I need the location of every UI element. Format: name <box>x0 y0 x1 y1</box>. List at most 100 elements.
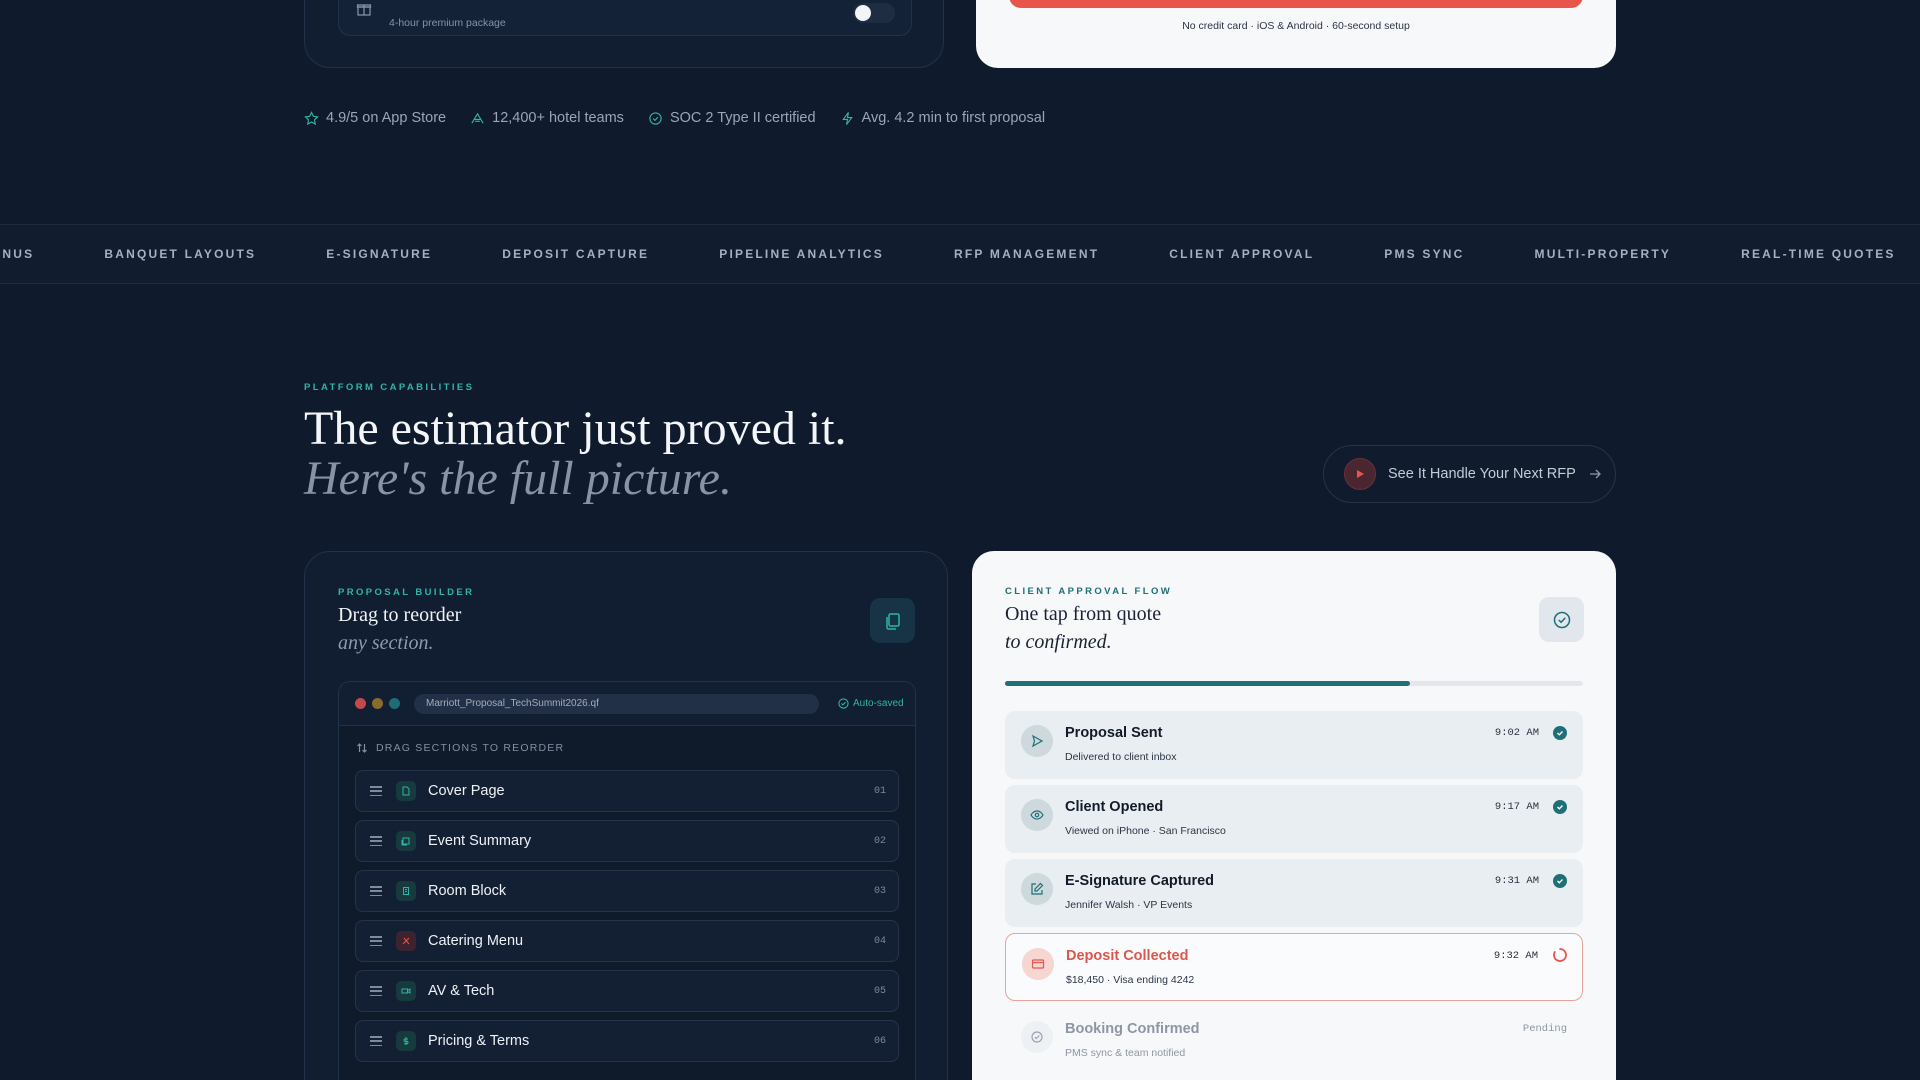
see-rfp-button[interactable]: See It Handle Your Next RFP <box>1323 445 1616 503</box>
reorder-icon <box>357 743 367 753</box>
trust-label: 4.9/5 on App Store <box>326 110 447 126</box>
section-label: AV & Tech <box>428 983 495 999</box>
building-icon <box>396 881 416 901</box>
pb-title-italic: any section. <box>338 632 434 654</box>
eye-icon <box>1021 799 1053 831</box>
section-list: Cover Page 01 Event Summary 02 Room Bloc… <box>355 770 899 1070</box>
step-subtitle: PMS sync & team notified <box>1065 1047 1186 1059</box>
video-icon <box>396 981 416 1001</box>
step-title: Booking Confirmed <box>1065 1021 1200 1037</box>
drag-handle-icon[interactable] <box>370 836 382 846</box>
file-icon <box>396 781 416 801</box>
section-row-summary[interactable]: Event Summary 02 <box>355 820 899 862</box>
trust-item-soc2: SOC 2 Type II certified <box>648 110 816 126</box>
trust-label: Avg. 4.2 min to first proposal <box>861 110 1046 126</box>
step-time: 9:32 AM <box>1493 950 1538 962</box>
signup-button[interactable] <box>1009 0 1583 8</box>
section-number: 03 <box>873 885 886 897</box>
step-subtitle: Jennifer Walsh · VP Events <box>1065 899 1193 911</box>
ca-eyebrow: CLIENT APPROVAL FLOW <box>1005 586 1173 597</box>
trust-row: 4.9/5 on App Store 12,400+ hotel teams S… <box>304 110 1045 126</box>
check-icon <box>1553 726 1567 740</box>
step-time: 9:17 AM <box>1494 801 1539 813</box>
feature-marquee: MENUS BANQUET LAYOUTS E-SIGNATURE DEPOSIT C… <box>0 224 1920 284</box>
section-headline: The estimator just proved it. <box>304 402 847 455</box>
pb-eyebrow: PROPOSAL BUILDER <box>338 587 475 598</box>
section-eyebrow: PLATFORM CAPABILITIES <box>304 382 475 393</box>
marquee-item: MULTI-PROPERTY <box>1534 247 1672 261</box>
approval-progress-fill <box>1005 681 1410 686</box>
credit-card-icon <box>1022 948 1054 980</box>
bolt-icon <box>841 111 853 125</box>
section-number: 05 <box>873 985 886 997</box>
close-dot <box>355 698 366 709</box>
check-icon <box>1553 874 1567 888</box>
check-circle-icon <box>1539 597 1584 642</box>
layers-icon <box>396 831 416 851</box>
autosave-status: Auto-saved <box>838 698 904 709</box>
signup-card: No credit card · iOS & Android · 60-seco… <box>976 0 1616 68</box>
maximize-dot <box>389 698 400 709</box>
addon-row[interactable]: 4-hour premium package <box>338 0 912 36</box>
marquee-item: BANQUET LAYOUTS <box>104 247 257 261</box>
trust-label: SOC 2 Type II certified <box>669 110 816 126</box>
section-label: Cover Page <box>428 783 505 799</box>
step-title: Deposit Collected <box>1066 948 1189 964</box>
section-number: 04 <box>873 935 886 947</box>
proposal-builder-card: PROPOSAL BUILDER Drag to reorder any sec… <box>304 551 948 1080</box>
window-titlebar: Marriott_Proposal_TechSummit2026.qf Auto… <box>339 682 915 726</box>
step-title: E-Signature Captured <box>1065 873 1215 889</box>
copy-icon <box>870 598 915 643</box>
step-time: 9:31 AM <box>1494 875 1539 887</box>
play-icon <box>1344 458 1376 490</box>
addon-subtitle: 4-hour premium package <box>389 17 506 29</box>
ca-title: One tap from quote <box>1005 603 1162 625</box>
section-row-cover[interactable]: Cover Page 01 <box>355 770 899 812</box>
approval-steps: Proposal Sent Delivered to client inbox … <box>1005 711 1583 1080</box>
star-icon <box>304 110 319 125</box>
trust-label: 12,400+ hotel teams <box>492 110 624 126</box>
section-row-room-block[interactable]: Room Block 03 <box>355 870 899 912</box>
autosave-label: Auto-saved <box>853 698 904 709</box>
drag-hint-label: DRAG SECTIONS TO REORDER <box>376 742 565 754</box>
signup-fine-print: No credit card · iOS & Android · 60-seco… <box>1182 20 1410 32</box>
step-booking-confirmed: Booking Confirmed PMS sync & team notifi… <box>1005 1007 1583 1075</box>
shield-check-icon <box>649 111 662 125</box>
section-label: Room Block <box>428 883 507 899</box>
drag-handle-icon[interactable] <box>370 886 382 896</box>
trust-item-rating: 4.9/5 on App Store <box>304 110 446 126</box>
step-subtitle: Viewed on iPhone · San Francisco <box>1065 825 1226 837</box>
spinner-icon <box>1553 948 1567 962</box>
section-number: 06 <box>873 1035 886 1047</box>
step-title: Proposal Sent <box>1065 725 1163 741</box>
drag-handle-icon[interactable] <box>370 936 382 946</box>
marquee-item: RFP MANAGEMENT <box>953 247 1100 261</box>
marquee-item: REAL-TIME QUOTES <box>1741 247 1896 261</box>
check-circle-icon <box>838 698 849 709</box>
section-row-pricing[interactable]: Pricing & Terms 06 <box>355 1020 899 1062</box>
see-rfp-label: See It Handle Your Next RFP <box>1388 466 1576 482</box>
gift-icon <box>356 4 372 16</box>
section-row-catering[interactable]: Catering Menu 04 <box>355 920 899 962</box>
section-label: Event Summary <box>428 833 532 849</box>
drag-handle-icon[interactable] <box>370 1036 382 1046</box>
send-icon <box>1021 725 1053 757</box>
step-status: Pending <box>1522 1023 1567 1035</box>
addon-toggle[interactable] <box>853 3 895 23</box>
section-number: 02 <box>873 835 886 847</box>
dollar-icon <box>396 1031 416 1051</box>
section-row-av[interactable]: AV & Tech 05 <box>355 970 899 1012</box>
drag-handle-icon[interactable] <box>370 986 382 996</box>
trust-item-speed: Avg. 4.2 min to first proposal <box>840 110 1046 126</box>
step-esignature: E-Signature Captured Jennifer Walsh · VP… <box>1005 859 1583 927</box>
marquee-item: MENUS <box>0 247 35 261</box>
section-headline-italic: Here's the full picture. <box>304 452 732 505</box>
drag-handle-icon[interactable] <box>370 786 382 796</box>
utensils-icon <box>396 931 416 951</box>
arrow-right-icon <box>1589 469 1601 479</box>
step-proposal-sent: Proposal Sent Delivered to client inbox … <box>1005 711 1583 779</box>
pb-title: Drag to reorder <box>338 604 462 626</box>
users-icon <box>471 112 484 123</box>
ca-title-italic: to confirmed. <box>1005 631 1112 653</box>
step-deposit: Deposit Collected $18,450 · Visa ending … <box>1005 933 1583 1001</box>
